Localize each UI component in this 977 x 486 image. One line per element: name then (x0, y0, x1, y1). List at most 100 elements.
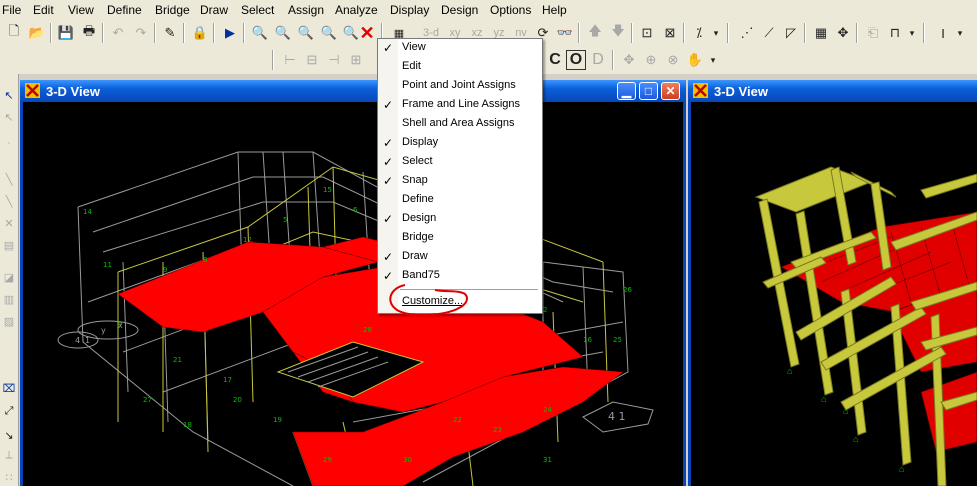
snap-icon[interactable]: ⟂ (0, 446, 18, 464)
dropdown-arrow-icon[interactable]: ▾ (902, 23, 922, 43)
snap-intersection-icon[interactable]: ◸ (781, 23, 801, 43)
align-right-icon[interactable]: ⊣ (324, 50, 344, 70)
open-folder-icon[interactable]: 📂 (27, 23, 47, 43)
snap-lines-icon[interactable]: ⟋ (759, 23, 779, 43)
grid-icon[interactable]: ▦ (811, 23, 831, 43)
menu-define[interactable]: Define (107, 3, 142, 17)
delete-x-icon[interactable]: ✕ (357, 23, 377, 43)
assign-icon[interactable]: ⎗ (863, 23, 883, 43)
lock-icon[interactable]: 🔒 (190, 23, 210, 43)
draw-area-icon[interactable]: ▤ (0, 236, 18, 254)
draw-brace-icon[interactable]: ✕ (0, 214, 18, 232)
menu-file[interactable]: File (2, 3, 21, 17)
toolbar-separator (631, 23, 633, 43)
save-icon[interactable]: 💾 (56, 23, 76, 43)
menu-item-point-joint-assigns[interactable]: Point and Joint Assigns (378, 77, 542, 96)
zoom-window-icon[interactable]: 🔍 (250, 23, 270, 43)
snap-points-icon[interactable]: ⋰ (737, 23, 757, 43)
svg-text:15: 15 (323, 186, 332, 194)
restore-selection-icon[interactable]: ⊡ (637, 23, 657, 43)
pointer-icon[interactable]: ↖ (0, 86, 18, 104)
distribute-icon[interactable]: ⊞ (346, 50, 366, 70)
hand-icon[interactable]: ✋ (685, 50, 705, 70)
snap-icon[interactable]: ⌧ (0, 379, 18, 397)
zoom-in-icon[interactable]: 🔍 (273, 23, 293, 43)
svg-text:17: 17 (223, 376, 232, 384)
reshape-icon[interactable]: ↖ (0, 108, 18, 126)
snap-icon[interactable]: ↘ (0, 426, 18, 444)
draw-point-icon[interactable]: · (0, 134, 18, 152)
draw-line-icon[interactable]: ╲ (0, 192, 18, 210)
draw-area-icon[interactable]: ▥ (0, 290, 18, 308)
zoom-out-icon[interactable]: 🔍 (296, 23, 316, 43)
zoom-restore-icon[interactable]: 🔍 (319, 23, 339, 43)
axes-icon[interactable]: ✥ (833, 23, 853, 43)
svg-text:29: 29 (323, 456, 332, 464)
menu-item-label: Frame and Line Assigns (402, 98, 521, 110)
menu-options[interactable]: Options (490, 3, 531, 17)
window-titlebar[interactable]: 3-D View ▁ □ ✕ (20, 80, 686, 102)
grid-label-4: 4 (75, 336, 80, 345)
checkmark-icon: ✓ (383, 155, 394, 169)
menu-item-view[interactable]: ✓ View (378, 39, 542, 58)
menu-item-display[interactable]: ✓ Display (378, 134, 542, 153)
move-down-icon[interactable]: 🡇 (608, 23, 628, 43)
model-window-left[interactable]: 3-D View ▁ □ ✕ 14 11 7 9 8 12 5 15 6 2 1… (20, 80, 686, 486)
toolbar-separator (856, 23, 858, 43)
menu-item-define[interactable]: Define (378, 191, 542, 210)
menu-help[interactable]: Help (542, 3, 567, 17)
print-icon[interactable]: 🖶 (79, 23, 99, 43)
show-o-button[interactable]: O (566, 50, 586, 70)
menu-item-frame-line-assigns[interactable]: ✓ Frame and Line Assigns (378, 96, 542, 115)
pan-icon[interactable]: ✥ (619, 50, 639, 70)
draw-area-icon[interactable]: ◪ (0, 268, 18, 286)
menu-bridge[interactable]: Bridge (155, 3, 190, 17)
menu-item-draw[interactable]: ✓ Draw (378, 248, 542, 267)
perspective-icon[interactable]: 👓 (555, 23, 575, 43)
zoom-all-icon[interactable]: ⊕ (641, 50, 661, 70)
clear-selection-icon[interactable]: ⊠ (660, 23, 680, 43)
model-3d-view: ⌂ ⌂ ⌂ ⌂ ⌂ (691, 102, 977, 486)
pencil-icon[interactable]: ✎ (160, 23, 180, 43)
draw-line-icon[interactable]: ╲ (0, 170, 18, 188)
redo-icon[interactable]: ↷ (131, 23, 151, 43)
menu-item-label: Draw (402, 250, 428, 262)
checkmark-icon: ✓ (383, 136, 394, 150)
menu-display[interactable]: Display (390, 3, 429, 17)
menu-assign[interactable]: Assign (288, 3, 324, 17)
window-titlebar[interactable]: 3-D View (688, 80, 977, 102)
dropdown-arrow-icon[interactable]: ▾ (706, 23, 726, 43)
menu-view[interactable]: View (68, 3, 94, 17)
menu-item-shell-area-assigns[interactable]: Shell and Area Assigns (378, 115, 542, 134)
move-up-icon[interactable]: 🡅 (585, 23, 605, 43)
minimize-button[interactable]: ▁ (617, 82, 636, 100)
svg-text:18: 18 (183, 421, 192, 429)
toolbar-separator (727, 23, 729, 43)
menu-analyze[interactable]: Analyze (335, 3, 378, 17)
snap-icon[interactable]: ⤢ (0, 402, 18, 420)
menu-item-bridge[interactable]: Bridge (378, 229, 542, 248)
menu-select[interactable]: Select (241, 3, 274, 17)
menu-draw[interactable]: Draw (200, 3, 228, 17)
new-file-icon[interactable]: 🗋 (4, 23, 24, 43)
zoom-region-icon[interactable]: ⊗ (663, 50, 683, 70)
undo-icon[interactable]: ↶ (108, 23, 128, 43)
align-left-icon[interactable]: ⊢ (280, 50, 300, 70)
menu-item-select[interactable]: ✓ Select (378, 153, 542, 172)
draw-area-icon[interactable]: ▨ (0, 312, 18, 330)
show-d-button[interactable]: D (588, 50, 608, 70)
menu-item-edit[interactable]: Edit (378, 58, 542, 77)
run-icon[interactable]: ▶ (220, 23, 240, 43)
dropdown-arrow-icon[interactable]: ▾ (703, 50, 723, 70)
snap-icon[interactable]: ∷ (0, 468, 18, 486)
maximize-button[interactable]: □ (639, 82, 658, 100)
model-window-right[interactable]: 3-D View ⌂ ⌂ ⌂ ⌂ ⌂ (688, 80, 977, 486)
menu-design[interactable]: Design (441, 3, 478, 17)
show-c-button[interactable]: C (545, 50, 565, 70)
align-center-icon[interactable]: ⊟ (302, 50, 322, 70)
dropdown-arrow-icon[interactable]: ▾ (950, 23, 970, 43)
menu-edit[interactable]: Edit (33, 3, 54, 17)
menu-item-snap[interactable]: ✓ Snap (378, 172, 542, 191)
menu-item-design[interactable]: ✓ Design (378, 210, 542, 229)
close-button[interactable]: ✕ (661, 82, 680, 100)
